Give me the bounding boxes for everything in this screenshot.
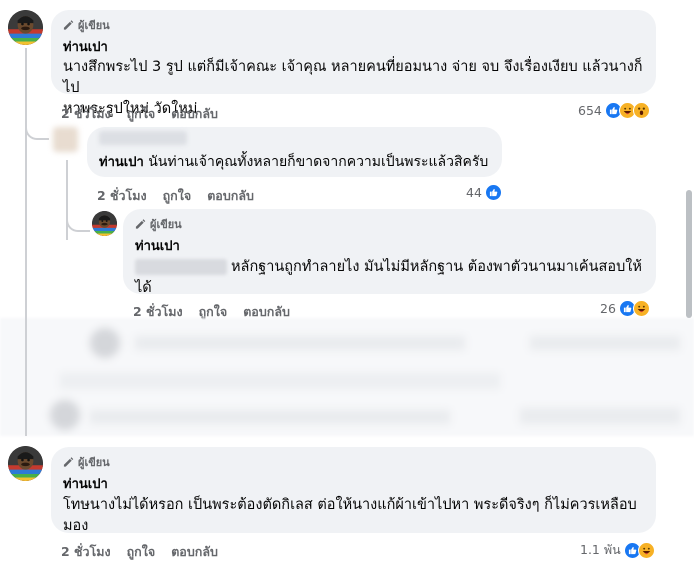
author-badge-label: ผู้เขียน [78, 19, 110, 32]
reaction-summary[interactable]: 1.1 พัน [580, 540, 655, 560]
author-badge: ผู้เขียน [63, 16, 644, 34]
avatar-image [8, 446, 43, 481]
scrollbar-thumb[interactable] [686, 190, 692, 318]
avatar[interactable] [92, 211, 117, 236]
reply-button[interactable]: ตอบกลับ [207, 186, 254, 206]
comment-bubble: ท่านเปา นันท่านเจ้าคุณทั้งหลายก็ขาดจากคว… [87, 127, 502, 177]
blurred-region [0, 318, 694, 436]
comment-text: โทษนางไม่ได้หรอก เป็นพระต้องตัดกิเลส ต่อ… [63, 495, 644, 537]
wow-emoji-icon [632, 102, 650, 119]
avatar-redacted[interactable] [53, 127, 78, 152]
pencil-icon [63, 19, 74, 30]
author-badge-label: ผู้เขียน [150, 218, 182, 231]
like-button[interactable]: ถูกใจ [127, 104, 156, 124]
reply-button[interactable]: ตอบกลับ [171, 542, 218, 562]
comment-text-line: โทษนางไม่ได้หรอก เป็นพระต้องตัดกิเลส ต่อ… [63, 497, 637, 513]
author-badge: ผู้เขียน [63, 453, 644, 471]
comment-text-line: มอง [63, 518, 89, 534]
comment-author-name[interactable]: ท่านเปา [99, 155, 144, 170]
avatar[interactable] [8, 10, 43, 45]
haha-emoji-icon [637, 541, 655, 559]
avatar-image [8, 10, 43, 45]
reaction-count: 1.1 พัน [580, 542, 621, 557]
thread-connector [25, 110, 49, 140]
haha-emoji-icon [632, 300, 650, 317]
comment-bubble: ผู้เขียน ท่านเปา หลักฐานถูกทำลายไง มันไม… [123, 209, 656, 296]
comment-text-segment: หลักฐานถูกทำลายไง มันไม่มีหลักฐาน ต้องพา… [231, 259, 642, 275]
comment-text: ท่านเปา นันท่านเจ้าคุณทั้งหลายก็ขาดจากคว… [99, 152, 490, 173]
comment-text-line: หลักฐานถูกทำลายไง มันไม่มีหลักฐาน ต้องพา… [135, 257, 644, 278]
reaction-summary[interactable]: 654 [578, 102, 650, 119]
comment-text-line: ได้ [135, 280, 152, 296]
avatar-image [92, 211, 117, 236]
comment-bubble: ผู้เขียน ท่านเปา นางสึกพระไป 3 รูป แต่ก็… [51, 10, 656, 117]
comment-actions: 2 ชั่วโมง ถูกใจ ตอบกลับ [61, 542, 218, 562]
comment-actions: 2 ชั่วโมง ถูกใจ ตอบกลับ [61, 104, 218, 124]
avatar[interactable] [8, 446, 43, 481]
comment-author-name[interactable]: ท่านเปา [63, 473, 644, 494]
comment-actions: 2 ชั่วโมง ถูกใจ ตอบกลับ [97, 186, 254, 206]
comment-bubble: ผู้เขียน ท่านเปา โทษนางไม่ได้หรอก เป็นพร… [51, 447, 656, 534]
reaction-count: 654 [578, 103, 602, 118]
pencil-icon [135, 218, 146, 229]
comment-author-name[interactable]: ท่านเปา [135, 235, 644, 256]
comment-timestamp[interactable]: 2 ชั่วโมง [61, 542, 111, 562]
reaction-summary[interactable]: 44 [466, 184, 502, 201]
comment-author-name[interactable]: ท่านเปา [63, 36, 644, 57]
reaction-count: 26 [600, 301, 616, 316]
redacted-name [99, 131, 187, 145]
comment-text-line: นางสึกพระไป 3 รูป แต่ก็มีเจ้าคณะ เจ้าคุณ… [63, 59, 643, 96]
like-button[interactable]: ถูกใจ [163, 186, 192, 206]
redacted-mention [135, 259, 227, 275]
reply-button[interactable]: ตอบกลับ [171, 104, 218, 124]
comment-timestamp[interactable]: 2 ชั่วโมง [61, 104, 111, 124]
comment-text: หลักฐานถูกทำลายไง มันไม่มีหลักฐาน ต้องพา… [135, 257, 644, 299]
pencil-icon [63, 456, 74, 467]
author-badge: ผู้เขียน [135, 215, 644, 233]
thumbs-up-icon [484, 184, 502, 201]
author-badge-label: ผู้เขียน [78, 456, 110, 469]
comment-text-line: นันท่านเจ้าคุณทั้งหลายก็ขาดจากความเป็นพร… [148, 154, 489, 170]
comment-timestamp[interactable]: 2 ชั่วโมง [97, 186, 147, 206]
thread-connector [66, 210, 90, 232]
reaction-summary[interactable]: 26 [600, 300, 650, 317]
thread-line [66, 160, 68, 240]
like-button[interactable]: ถูกใจ [127, 542, 156, 562]
thread-line [25, 126, 27, 436]
reaction-count: 44 [466, 185, 482, 200]
